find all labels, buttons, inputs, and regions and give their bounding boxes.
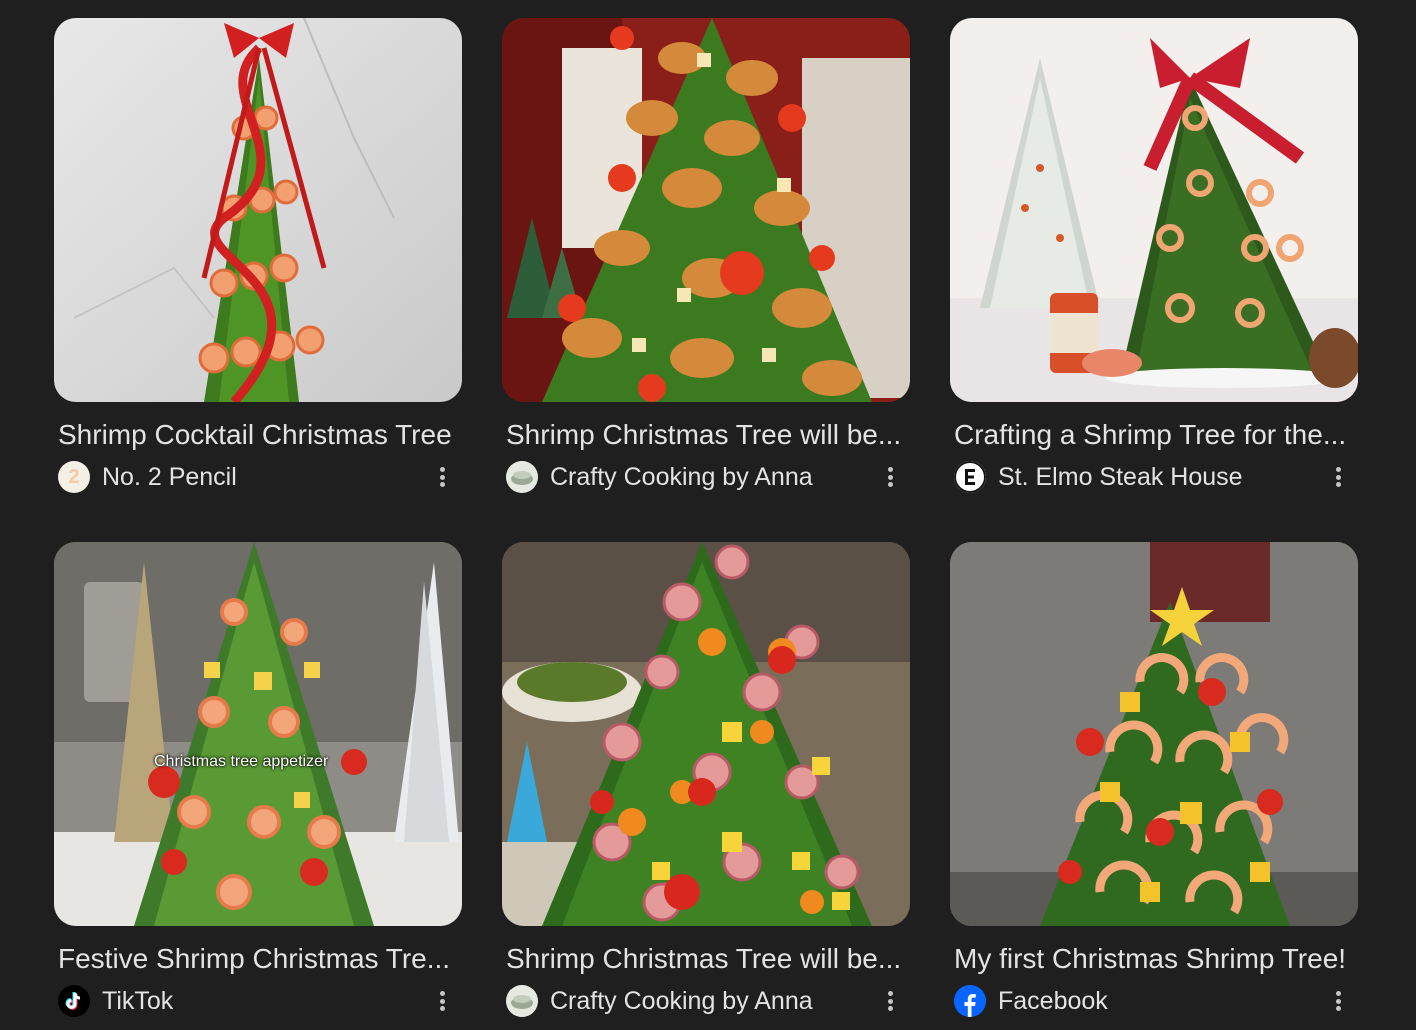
result-source: TikTok — [58, 984, 462, 1018]
result-card[interactable]: Shrimp Christmas Tree will be... Crafty … — [502, 542, 910, 1026]
result-card[interactable]: Christmas tree appetizer Festive Shrimp … — [54, 542, 462, 1026]
result-card[interactable]: Shrimp Cocktail Christmas Tree 2 No. 2 P… — [54, 18, 462, 502]
result-title[interactable]: Festive Shrimp Christmas Tre... — [58, 942, 458, 976]
more-options-icon[interactable] — [1332, 986, 1344, 1016]
tiktok-icon — [58, 985, 90, 1017]
st-elmo-icon — [954, 461, 986, 493]
source-name[interactable]: TikTok — [102, 987, 173, 1016]
more-options-icon[interactable] — [1332, 462, 1344, 492]
result-title[interactable]: My first Christmas Shrimp Tree! — [954, 942, 1354, 976]
result-source: St. Elmo Steak House — [954, 460, 1358, 494]
shrimp-cocktail-tree-image — [54, 18, 462, 402]
image-results-grid: Shrimp Cocktail Christmas Tree 2 No. 2 P… — [54, 18, 1358, 1026]
result-thumbnail[interactable] — [502, 542, 910, 926]
result-source: Facebook — [954, 984, 1358, 1018]
result-thumbnail[interactable] — [502, 18, 910, 402]
result-title[interactable]: Shrimp Christmas Tree will be... — [506, 418, 906, 452]
ham-cheese-tree-image — [502, 542, 910, 926]
result-card[interactable]: Crafting a Shrimp Tree for the... St. El… — [950, 18, 1358, 502]
result-source: 2 No. 2 Pencil — [58, 460, 462, 494]
result-thumbnail[interactable]: Christmas tree appetizer — [54, 542, 462, 926]
source-name[interactable]: St. Elmo Steak House — [998, 463, 1243, 492]
crafty-cooking-icon — [506, 985, 538, 1017]
more-options-icon[interactable] — [884, 462, 896, 492]
source-name[interactable]: Crafty Cooking by Anna — [550, 463, 813, 492]
fried-shrimp-tree-image — [502, 18, 910, 402]
result-card[interactable]: Shrimp Christmas Tree will be... Crafty … — [502, 18, 910, 502]
result-thumbnail[interactable] — [950, 542, 1358, 926]
result-thumbnail[interactable] — [950, 18, 1358, 402]
source-name[interactable]: Crafty Cooking by Anna — [550, 987, 813, 1016]
more-options-icon[interactable] — [436, 986, 448, 1016]
result-source: Crafty Cooking by Anna — [506, 460, 910, 494]
facebook-icon — [954, 985, 986, 1017]
result-source: Crafty Cooking by Anna — [506, 984, 910, 1018]
festive-shrimp-tree-image — [54, 542, 462, 926]
result-title[interactable]: Shrimp Cocktail Christmas Tree — [58, 418, 458, 452]
result-thumbnail[interactable] — [54, 18, 462, 402]
pencil-2-icon: 2 — [58, 461, 90, 493]
more-options-icon[interactable] — [884, 986, 896, 1016]
result-card[interactable]: My first Christmas Shrimp Tree! Facebook — [950, 542, 1358, 1026]
result-title[interactable]: Shrimp Christmas Tree will be... — [506, 942, 906, 976]
more-options-icon[interactable] — [436, 462, 448, 492]
source-name[interactable]: No. 2 Pencil — [102, 463, 237, 492]
st-elmo-shrimp-tree-image — [950, 18, 1358, 402]
source-name[interactable]: Facebook — [998, 987, 1108, 1016]
first-shrimp-tree-image — [950, 542, 1358, 926]
result-title[interactable]: Crafting a Shrimp Tree for the... — [954, 418, 1354, 452]
image-caption: Christmas tree appetizer — [154, 753, 329, 770]
crafty-cooking-icon — [506, 461, 538, 493]
